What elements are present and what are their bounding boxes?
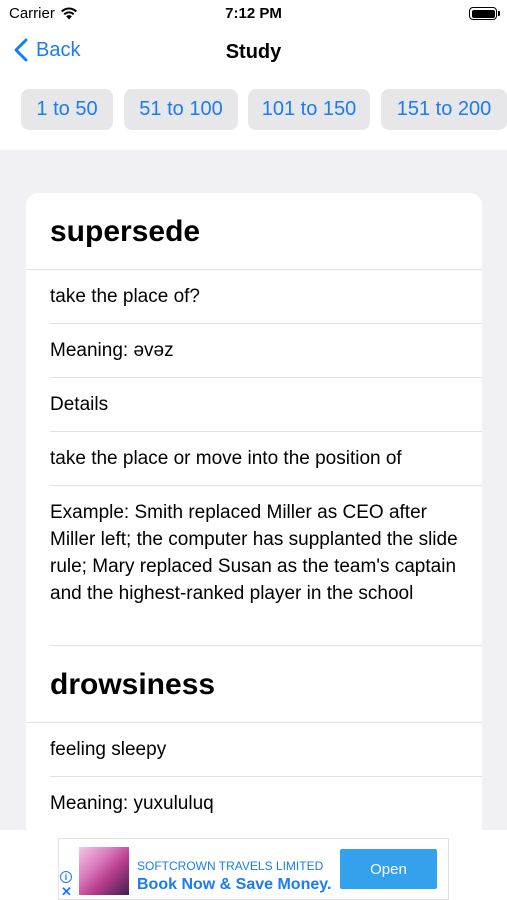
range-tab-1-50[interactable]: 1 to 50 — [21, 89, 113, 130]
ad-company: SOFTCROWN TRAVELS LIMITED — [137, 859, 324, 873]
ad-headline[interactable]: Book Now & Save Money. — [137, 876, 331, 894]
question-row[interactable]: take the place of? — [50, 270, 482, 324]
range-tab-101-150[interactable]: 101 to 150 — [248, 89, 370, 130]
navigation-bar: Back Study — [0, 30, 507, 74]
ad-open-button[interactable]: Open — [340, 849, 437, 889]
meaning-row[interactable]: Meaning: əvəz — [50, 324, 482, 378]
range-tab-51-100[interactable]: 51 to 100 — [124, 89, 238, 130]
ad-close-icon[interactable]: ✕ — [61, 885, 72, 899]
definition-row[interactable]: take the place or move into the position… — [50, 432, 482, 486]
battery-icon — [469, 7, 500, 20]
ad-frame[interactable]: i ✕ SOFTCROWN TRAVELS LIMITED Book Now &… — [58, 838, 449, 900]
page-title: Study — [225, 41, 282, 63]
details-row[interactable]: Details — [50, 378, 482, 432]
range-selector: 1 to 50 51 to 100 101 to 150 151 to 200 — [0, 89, 507, 131]
study-list-area[interactable]: supersede take the place of? Meaning: əv… — [0, 150, 507, 830]
word-title: drowsiness — [26, 646, 482, 723]
word-entry: supersede take the place of? Meaning: əv… — [26, 193, 482, 646]
ad-banner: i ✕ SOFTCROWN TRAVELS LIMITED Book Now &… — [0, 830, 507, 900]
question-row[interactable]: feeling sleepy — [50, 723, 482, 777]
meaning-row[interactable]: Meaning: yuxululuq — [50, 777, 482, 830]
ad-info-icon[interactable]: i — [60, 871, 72, 883]
ad-image[interactable] — [79, 847, 129, 895]
clock: 7:12 PM — [225, 5, 282, 22]
example-row[interactable]: Example: Smith replaced Miller as CEO af… — [50, 486, 482, 646]
word-entry: drowsiness feeling sleepy Meaning: yuxul… — [26, 646, 482, 830]
status-bar: Carrier 7:12 PM — [0, 0, 507, 30]
word-card: supersede take the place of? Meaning: əv… — [26, 193, 482, 830]
word-title: supersede — [26, 193, 482, 270]
range-tab-151-200[interactable]: 151 to 200 — [381, 89, 507, 130]
